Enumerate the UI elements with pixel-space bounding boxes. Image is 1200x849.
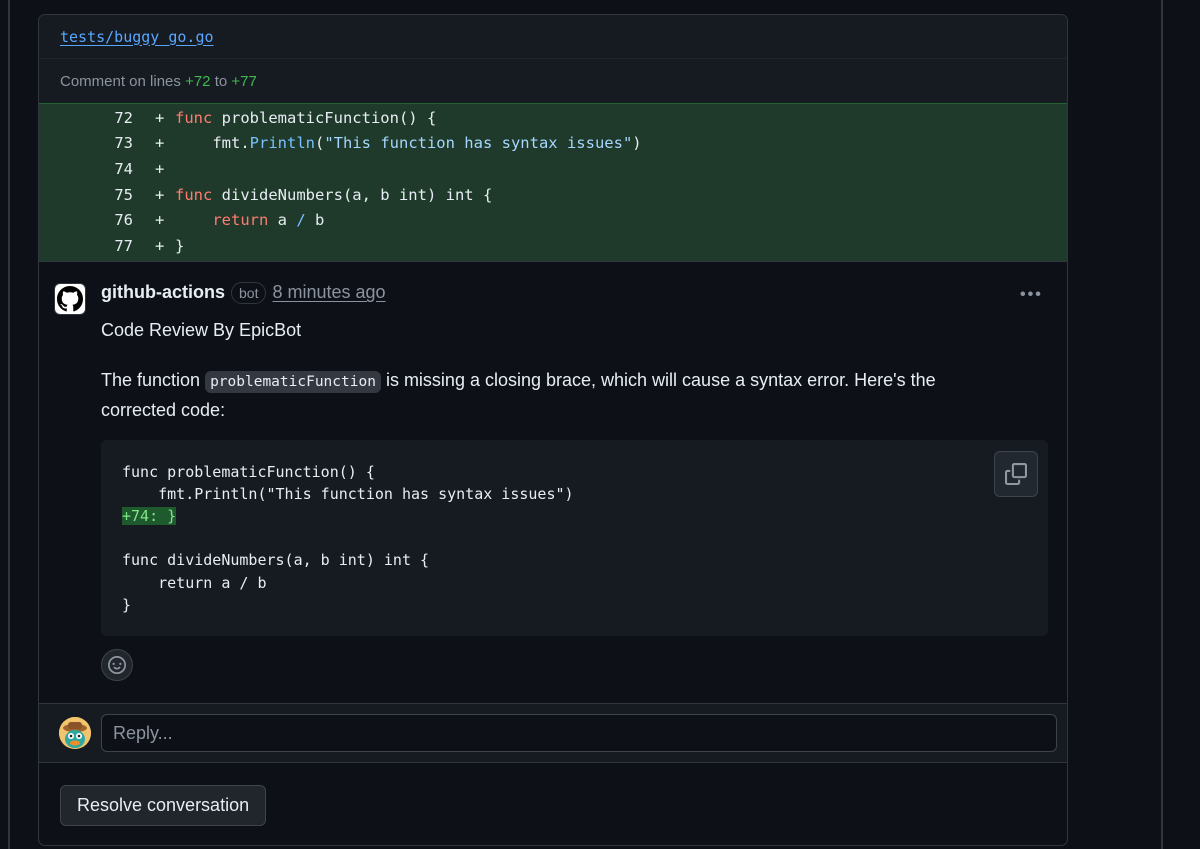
diff-snippet: 72 + func problematicFunction() {73 + fmt.P… bbox=[39, 103, 1067, 262]
diff-line: 75 + func divideNumbers(a, b int) int { bbox=[39, 182, 1067, 208]
reply-input[interactable] bbox=[101, 714, 1057, 752]
code-line: return a / b bbox=[122, 572, 1048, 594]
comment-body-text: The function bbox=[101, 369, 206, 390]
code-line: +74: } bbox=[122, 505, 1048, 527]
diff-line: 77 +} bbox=[39, 233, 1067, 259]
diff-line-number[interactable]: 73 bbox=[39, 134, 155, 152]
diff-line-number[interactable]: 76 bbox=[39, 211, 155, 229]
diff-code: func problematicFunction() { bbox=[175, 109, 436, 127]
diff-add-marker: + bbox=[155, 236, 165, 255]
comment-range-prefix: Comment on lines bbox=[60, 72, 181, 90]
github-avatar[interactable] bbox=[54, 282, 86, 315]
comment-body: The function problematicFunction is miss… bbox=[101, 366, 1001, 424]
code-line-added: +74: } bbox=[122, 506, 177, 525]
range-connector: to bbox=[214, 72, 228, 90]
code-line-text: func problematicFunction() { bbox=[122, 462, 375, 481]
code-line: } bbox=[122, 594, 1048, 616]
code-token: problematicFunction() { bbox=[212, 108, 437, 127]
code-block: func problematicFunction() { fmt.Println… bbox=[101, 439, 1048, 636]
diff-code: func divideNumbers(a, b int) int { bbox=[175, 186, 492, 204]
range-end: +77 bbox=[231, 72, 257, 90]
code-token: Println bbox=[249, 134, 315, 153]
user-avatar-icon bbox=[59, 717, 91, 749]
reply-bar bbox=[39, 703, 1067, 763]
code-token: fmt. bbox=[175, 134, 250, 153]
kebab-horizontal-icon[interactable]: ••• bbox=[1020, 286, 1043, 304]
diff-line: 73 + fmt.Println("This function has synta… bbox=[39, 131, 1067, 157]
code-line-text: return a / b bbox=[122, 573, 267, 592]
code-lines: func problematicFunction() { fmt.Println… bbox=[122, 461, 1048, 616]
diff-add-marker: + bbox=[155, 134, 165, 153]
code-token: ( bbox=[314, 134, 325, 153]
code-token: "This function has syntax issues" bbox=[324, 134, 633, 153]
code-line: func problematicFunction() { bbox=[122, 461, 1048, 483]
code-token: b bbox=[305, 211, 325, 230]
diff-add-marker: + bbox=[155, 185, 165, 204]
code-line-text: } bbox=[122, 595, 132, 614]
copy-button[interactable] bbox=[994, 450, 1038, 497]
code-line-text: func divideNumbers(a, b int) int { bbox=[122, 551, 430, 570]
inline-code: problematicFunction bbox=[205, 370, 381, 393]
diff-add-marker: + bbox=[155, 211, 165, 230]
code-token: / bbox=[296, 211, 306, 230]
code-line: func divideNumbers(a, b int) int { bbox=[122, 549, 1048, 571]
diff-line: 74 + bbox=[39, 156, 1067, 182]
comment-timestamp[interactable]: 8 minutes ago bbox=[272, 282, 385, 303]
copy-icon bbox=[1005, 462, 1027, 485]
diff-line: 76 + return a / b bbox=[39, 207, 1067, 233]
code-token: divideNumbers(a, b int) int { bbox=[212, 185, 493, 204]
comment-author[interactable]: github-actions bbox=[101, 282, 225, 303]
diff-code: fmt.Println("This function has syntax is… bbox=[175, 134, 642, 153]
code-line-text: fmt.Println("This function has syntax is… bbox=[122, 484, 574, 503]
review-thread: tests/buggy_go.go Comment on lines +72 t… bbox=[38, 14, 1068, 846]
code-token: func bbox=[175, 185, 213, 204]
comment-header: github-actions bot 8 minutes ago bbox=[101, 281, 386, 304]
code-line: fmt.Println("This function has syntax is… bbox=[122, 483, 1048, 505]
diff-add-marker: + bbox=[155, 108, 165, 127]
right-divider bbox=[1161, 0, 1163, 849]
diff-code: return a / b bbox=[175, 211, 324, 229]
file-header: tests/buggy_go.go bbox=[39, 15, 1067, 59]
code-token: ) bbox=[632, 134, 642, 153]
diff-line-number[interactable]: 72 bbox=[39, 109, 155, 127]
left-divider bbox=[8, 0, 10, 849]
diff-code: } bbox=[175, 237, 184, 255]
code-token: a bbox=[268, 211, 297, 230]
diff-add-marker: + bbox=[155, 159, 165, 178]
code-token: func bbox=[175, 108, 213, 127]
code-token: } bbox=[175, 236, 185, 255]
smiley-icon bbox=[108, 655, 126, 674]
code-token: return bbox=[175, 211, 269, 230]
diff-line: 72 + func problematicFunction() { bbox=[39, 105, 1067, 131]
comment-range: Comment on lines +72 to +77 bbox=[39, 59, 1067, 103]
diff-line-number[interactable]: 77 bbox=[39, 237, 155, 255]
add-reaction-button[interactable] bbox=[101, 648, 133, 681]
user-avatar[interactable] bbox=[59, 717, 91, 749]
github-logo-icon bbox=[57, 285, 83, 311]
bot-badge: bot bbox=[231, 281, 267, 304]
comment-title: Code Review By EpicBot bbox=[101, 319, 302, 340]
diff-line-number[interactable]: 74 bbox=[39, 160, 155, 178]
resolve-conversation-button[interactable]: Resolve conversation bbox=[60, 785, 267, 826]
range-start: +72 bbox=[185, 72, 211, 90]
file-path-link[interactable]: tests/buggy_go.go bbox=[60, 28, 214, 46]
review-comment: github-actions bot 8 minutes ago ••• Cod… bbox=[39, 262, 1067, 702]
diff-line-number[interactable]: 75 bbox=[39, 186, 155, 204]
